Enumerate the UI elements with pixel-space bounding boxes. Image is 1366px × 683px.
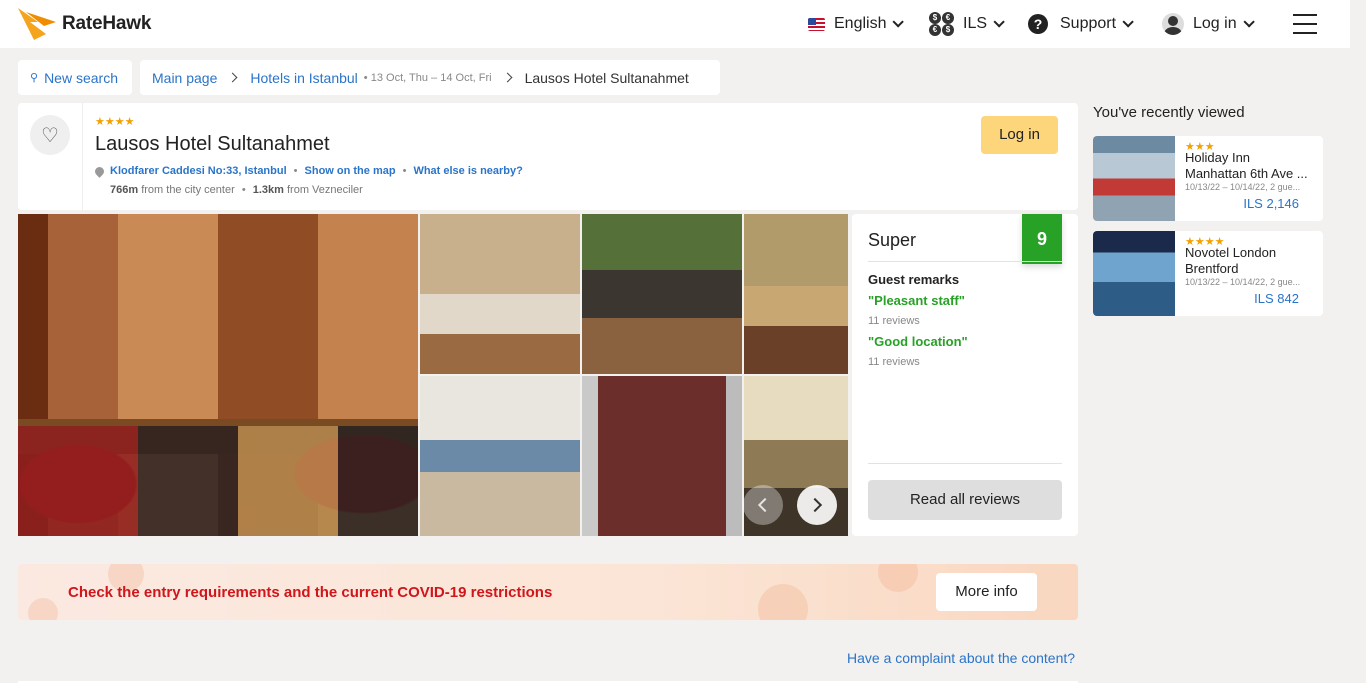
dist-stop-label: from Vezneciler: [287, 184, 363, 196]
chevron-right-icon: [502, 72, 513, 83]
hotel-name: Lausos Hotel Sultanahmet: [95, 133, 330, 155]
new-search-label: New search: [44, 69, 118, 86]
breadcrumb-dates: • 13 Oct, Thu – 14 Oct, Fri: [363, 71, 492, 84]
divider: [868, 463, 1062, 464]
support-menu[interactable]: ? Support: [1028, 12, 1134, 36]
gallery-prev-button[interactable]: [743, 485, 783, 525]
recent-hotel-name: Holiday Inn Manhattan 6th Ave ...: [1185, 150, 1308, 181]
new-search-button[interactable]: ⚲ New search: [18, 60, 132, 95]
top-header: RateHawk English $ € € $ ILS ? Support Log…: [0, 0, 1350, 48]
virus-decoration: [758, 584, 808, 620]
virus-decoration: [878, 564, 918, 592]
rating-card: Super 9 Guest remarks "Pleasant staff" 1…: [852, 214, 1078, 536]
recently-viewed-title: You've recently viewed: [1093, 104, 1245, 121]
chevron-right-icon: [807, 497, 823, 513]
chevron-left-icon: [757, 497, 773, 513]
nearby-link[interactable]: What else is nearby?: [413, 165, 522, 177]
recent-hotel-photo: [1093, 231, 1175, 316]
show-on-map-link[interactable]: Show on the map: [305, 165, 396, 177]
favorite-heart-icon[interactable]: ♡: [30, 115, 70, 155]
main-hotel-photo[interactable]: [18, 214, 418, 536]
covid-message: Check the entry requirements and the cur…: [68, 584, 553, 601]
hotel-photo-facade[interactable]: [582, 376, 742, 536]
brand-name: RateHawk: [62, 13, 152, 34]
chevron-down-icon: [892, 16, 905, 28]
us-flag-icon: [808, 17, 825, 31]
recent-hotel-price: ILS 842: [1254, 291, 1299, 306]
rating-word: Super: [868, 230, 917, 250]
hotel-photo-bedroom[interactable]: [744, 214, 848, 374]
virus-decoration: [28, 598, 58, 620]
read-all-reviews-button[interactable]: Read all reviews: [868, 480, 1062, 520]
hotel-photo-terrace[interactable]: [582, 214, 742, 374]
remark-review-count: 11 reviews: [868, 356, 920, 368]
breadcrumb-main-page[interactable]: Main page: [152, 70, 217, 86]
chevron-down-icon: [993, 16, 1005, 28]
more-info-button[interactable]: More info: [936, 573, 1037, 611]
chevron-right-icon: [227, 72, 238, 83]
separator-dot: •: [293, 165, 298, 177]
login-menu[interactable]: Log in: [1162, 12, 1255, 36]
separator-dot: •: [402, 165, 407, 177]
remark-review-count: 11 reviews: [868, 315, 920, 327]
hamburger-menu-icon[interactable]: [1293, 14, 1317, 34]
hawk-logo-icon: [18, 8, 56, 40]
login-label: Log in: [1193, 15, 1237, 32]
guest-remark: "Good location": [868, 334, 968, 349]
recent-hotel-photo: [1093, 136, 1175, 221]
login-button[interactable]: Log in: [981, 116, 1058, 154]
dist-stop-value: 1.3km: [252, 184, 284, 196]
recent-hotel-card[interactable]: ★★★ Holiday Inn Manhattan 6th Ave ... 10…: [1093, 136, 1323, 221]
search-icon: ⚲: [30, 72, 39, 84]
gallery-next-button[interactable]: [797, 485, 837, 525]
support-label: Support: [1060, 15, 1117, 32]
divider: [82, 103, 83, 210]
recent-hotel-dates: 10/13/22 – 10/14/22, 2 gue...: [1185, 182, 1301, 192]
help-icon: ?: [1028, 14, 1048, 34]
hotel-address-link[interactable]: Klodfarer Caddesi No:33, Istanbul: [110, 165, 287, 177]
divider: [868, 261, 1062, 262]
recent-hotel-dates: 10/13/22 – 10/14/22, 2 gue...: [1185, 277, 1301, 287]
currency-icon: $ € € $: [929, 12, 955, 36]
location-pin-icon: [93, 164, 106, 178]
hotel-info-card: ♡ ★★★★ Lausos Hotel Sultanahmet Klodfare…: [18, 103, 1078, 210]
ratehawk-logo[interactable]: RateHawk: [16, 4, 151, 44]
breadcrumb: Main page Hotels in Istanbul • 13 Oct, T…: [140, 60, 720, 95]
language-selector[interactable]: English: [808, 12, 905, 36]
hotel-photo-room[interactable]: [420, 214, 580, 374]
complaint-link[interactable]: Have a complaint about the content?: [847, 650, 1075, 666]
dist-center-label: from the city center: [141, 184, 235, 196]
dist-center-value: 766m: [110, 184, 139, 196]
language-label: English: [834, 15, 887, 32]
rating-score-badge: 9: [1022, 214, 1062, 264]
currency-label: ILS: [963, 15, 988, 32]
hotel-photo-view-room[interactable]: [420, 376, 580, 536]
guest-remark: "Pleasant staff": [868, 293, 965, 308]
recent-hotel-card[interactable]: ★★★★ Novotel London Brentford 10/13/22 –…: [1093, 231, 1323, 316]
user-icon: [1162, 13, 1184, 35]
breadcrumb-hotels-city[interactable]: Hotels in Istanbul: [250, 70, 357, 86]
address-row: Klodfarer Caddesi No:33, Istanbul • Show…: [93, 164, 523, 178]
recent-hotel-name: Novotel London Brentford: [1185, 245, 1277, 276]
guest-remarks-title: Guest remarks: [868, 272, 960, 287]
distance-info: 766m from the city center • 1.3km from V…: [110, 184, 363, 196]
currency-selector[interactable]: $ € € $ ILS: [929, 12, 1005, 36]
chevron-down-icon: [1243, 16, 1255, 28]
recent-hotel-price: ILS 2,146: [1243, 196, 1299, 211]
page-scrollbar[interactable]: [1350, 0, 1366, 683]
covid-banner: Check the entry requirements and the cur…: [18, 564, 1078, 620]
hotel-star-rating: ★★★★: [95, 116, 135, 128]
chevron-down-icon: [1122, 16, 1134, 28]
breadcrumb-current: Lausos Hotel Sultanahmet: [524, 69, 689, 86]
